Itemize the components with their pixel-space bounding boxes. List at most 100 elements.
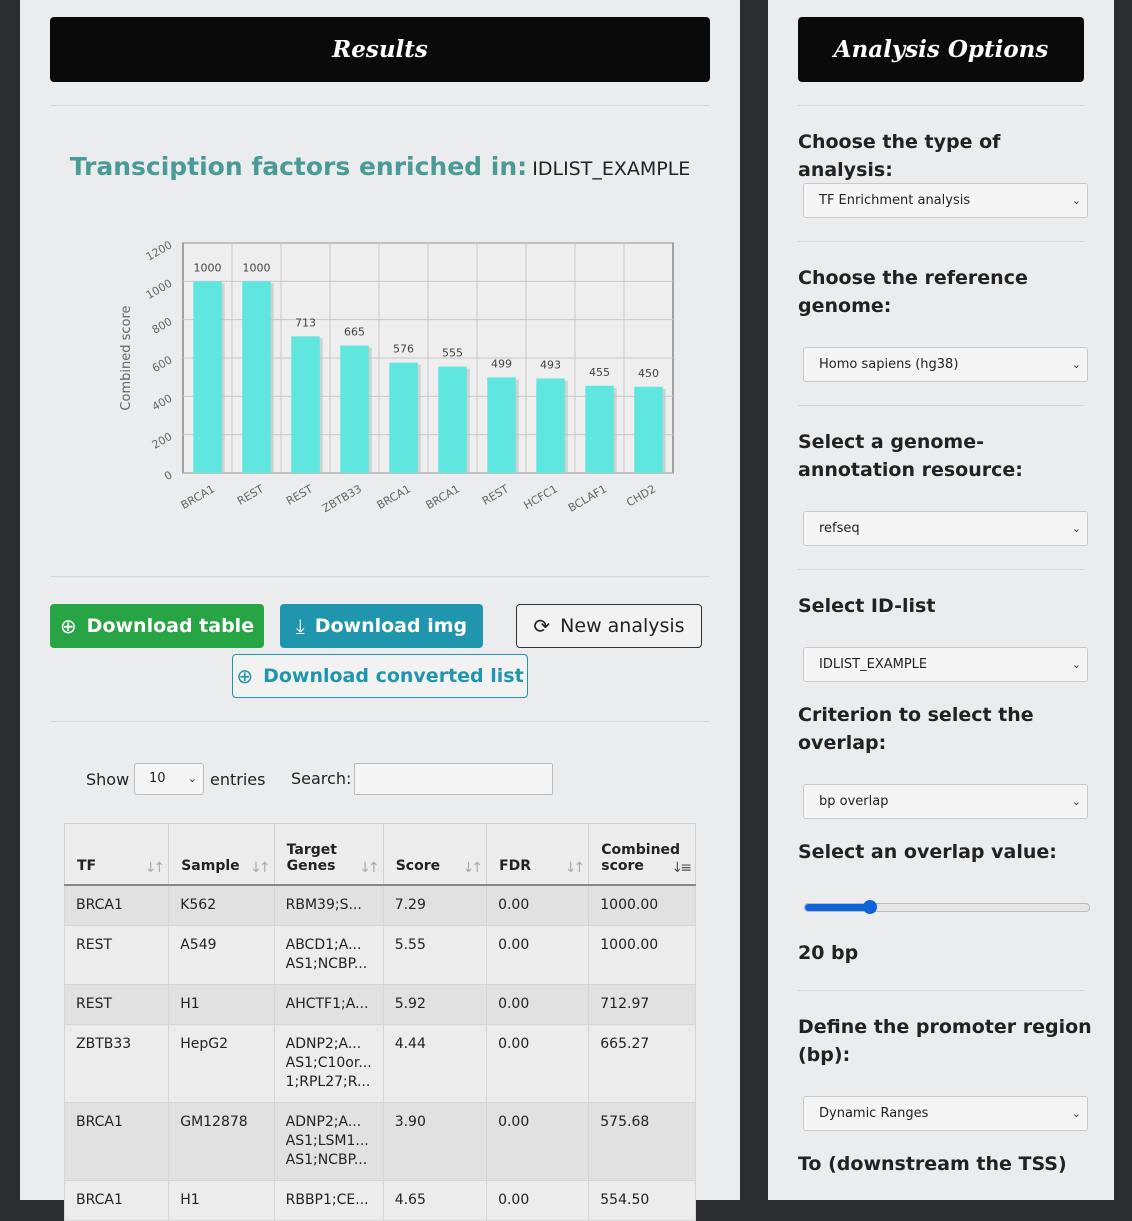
table-cell-target-genes: AHCTF1;A... <box>273 984 384 1025</box>
refresh-icon: ⟳ <box>533 614 551 638</box>
criterion-label: Criterion to select the overlap: <box>798 704 1034 754</box>
divider <box>798 569 1084 570</box>
promoter-label: Define the promoter region (bp): <box>798 1016 1092 1066</box>
table-cell-target-genes: ADNP2;A... AS1;C10or... 1;RPL27;R... <box>273 1024 384 1103</box>
download-converted-list-button[interactable]: ⊕ Download converted list <box>232 654 528 698</box>
entries-select[interactable]: 10 ⌄ <box>134 763 204 795</box>
table-cell-tf: BRCA1 <box>63 1102 170 1181</box>
bar <box>291 336 320 473</box>
idlist-select[interactable]: IDLIST_EXAMPLE ⌄ <box>803 647 1088 682</box>
table-header-row: TF ↓↑ Sample ↓↑ Target Genes ↓↑ Score ↓↑ FDR… <box>63 823 696 886</box>
table-row[interactable]: ZBTB33 HepG2 ADNP2;A... AS1;C10or... 1;RPL… <box>63 1024 696 1103</box>
criterion-value: bp overlap <box>819 794 889 809</box>
column-header-sample[interactable]: Sample ↓↑ <box>168 823 275 886</box>
data-label: 450 <box>638 367 659 380</box>
y-tick-label: 800 <box>150 315 175 337</box>
data-label: 713 <box>295 316 316 329</box>
y-tick-label: 1000 <box>144 277 175 302</box>
column-header-score[interactable]: Score ↓↑ <box>382 823 488 886</box>
table-cell-combined-score: 1000.00 <box>588 884 696 926</box>
table-cell-fdr: 0.00 <box>486 925 590 985</box>
analysis-type-label: Choose the type of analysis: <box>798 131 1001 181</box>
x-tick-label: REST <box>480 482 511 508</box>
column-header-label: Target Genes <box>286 842 337 874</box>
x-tick-label: BRCA1 <box>179 482 217 512</box>
table-cell-combined-score: 665.27 <box>588 1024 696 1103</box>
chart-heading: Transciption factors enriched in: IDLIST… <box>20 152 740 181</box>
column-header-label: FDR <box>499 858 532 874</box>
divider <box>798 105 1084 106</box>
y-tick-label: 200 <box>150 430 175 452</box>
data-label: 665 <box>344 326 365 339</box>
bar <box>193 281 222 473</box>
results-table: TF ↓↑ Sample ↓↑ Target Genes ↓↑ Score ↓↑ FDR… <box>63 823 696 1221</box>
new-analysis-button[interactable]: ⟳ New analysis <box>516 604 702 648</box>
download-table-button[interactable]: ⊕ Download table <box>50 604 264 648</box>
x-tick-label: CHD2 <box>624 482 658 509</box>
table-cell-sample: K562 <box>168 884 275 926</box>
column-header-tf[interactable]: TF ↓↑ <box>63 823 170 886</box>
table-cell-tf: BRCA1 <box>63 1180 170 1221</box>
x-tick-label: REST <box>284 482 315 508</box>
overlap-slider[interactable] <box>804 900 1090 914</box>
bar-chart: 0 200 400 600 800 1000 1200 1000 BRCA1 1000 REST 71… <box>119 238 674 515</box>
y-tick-label: 1200 <box>144 238 175 263</box>
show-label: Show <box>86 770 130 789</box>
annotation-select[interactable]: refseq ⌄ <box>803 511 1088 546</box>
table-cell-score: 7.29 <box>382 884 488 926</box>
table-cell-fdr: 0.00 <box>486 1180 590 1221</box>
annotation-value: refseq <box>819 521 860 536</box>
entries-label: entries <box>210 770 266 789</box>
bar <box>536 378 565 473</box>
downstream-label: To (downstream the TSS) <box>798 1153 1067 1175</box>
sort-icon: ↓↑ <box>564 860 586 876</box>
table-cell-fdr: 0.00 <box>486 1102 590 1181</box>
download-img-button[interactable]: ⤓ Download img <box>280 604 483 648</box>
divider <box>50 721 710 722</box>
table-cell-target-genes: ABCD1;A... AS1;NCBP... <box>273 925 384 985</box>
y-tick-label: 600 <box>150 353 175 375</box>
y-tick-label: 400 <box>150 392 175 414</box>
table-body: BRCA1 K562 RBM39;S... 7.29 0.00 1000.00 REST A5… <box>63 884 696 1221</box>
sort-icon: ↓↑ <box>144 860 166 876</box>
table-cell-target-genes: RBM39;S... <box>273 884 384 926</box>
overlap-value-text: 20 bp <box>798 942 859 964</box>
analysis-type-select[interactable]: TF Enrichment analysis ⌄ <box>803 183 1088 218</box>
idlist-value: IDLIST_EXAMPLE <box>819 657 928 672</box>
download-icon: ⤓ <box>295 614 305 638</box>
sort-descending-icon: ↓≡ <box>671 860 693 876</box>
bar <box>242 281 271 473</box>
table-row[interactable]: REST A549 ABCD1;A... AS1;NCBP... 5.55 0.00 10… <box>63 925 696 985</box>
analysis-options-panel: Analysis Options Choose the type of anal… <box>768 0 1114 1200</box>
sort-icon: ↓↑ <box>250 860 271 876</box>
results-title: Results <box>50 17 710 82</box>
column-header-label: Combined score <box>601 842 681 874</box>
download-circle-icon: ⊕ <box>236 664 254 688</box>
table-cell-score: 4.44 <box>382 1024 488 1103</box>
data-label: 555 <box>442 347 463 360</box>
column-header-fdr[interactable]: FDR ↓↑ <box>486 823 590 886</box>
table-row[interactable]: BRCA1 K562 RBM39;S... 7.29 0.00 1000.00 <box>63 884 696 926</box>
criterion-select[interactable]: bp overlap ⌄ <box>803 784 1088 819</box>
overlap-slider-thumb[interactable] <box>863 900 878 914</box>
table-cell-fdr: 0.00 <box>486 884 590 926</box>
table-cell-tf: ZBTB33 <box>63 1024 170 1103</box>
promoter-select[interactable]: Dynamic Ranges ⌄ <box>803 1096 1088 1131</box>
search-input[interactable] <box>354 763 553 795</box>
column-header-target-genes[interactable]: Target Genes ↓↑ <box>273 823 384 886</box>
table-row[interactable]: REST H1 AHCTF1;A... 5.92 0.00 712.97 <box>63 984 696 1025</box>
table-cell-sample: GM12878 <box>168 1102 275 1181</box>
column-header-combined-score[interactable]: Combined score ↓≡ <box>588 823 696 886</box>
table-row[interactable]: BRCA1 H1 RBBP1;CE... 4.65 0.00 554.50 <box>63 1180 696 1221</box>
chevron-down-icon: ⌄ <box>1071 795 1081 808</box>
analysis-type-value: TF Enrichment analysis <box>819 193 971 208</box>
overlap-slider-fill <box>805 904 871 911</box>
divider <box>50 105 710 106</box>
annotation-label: Select a genome-annotation resource: <box>798 431 1023 481</box>
chevron-down-icon: ⌄ <box>1071 658 1081 671</box>
genome-select[interactable]: Homo sapiens (hg38) ⌄ <box>803 347 1088 382</box>
divider <box>798 241 1084 242</box>
table-cell-tf: REST <box>63 984 170 1025</box>
column-header-label: Sample <box>181 858 240 874</box>
table-row[interactable]: BRCA1 GM12878 ADNP2;A... AS1;LSM1... AS1;N… <box>63 1102 696 1181</box>
